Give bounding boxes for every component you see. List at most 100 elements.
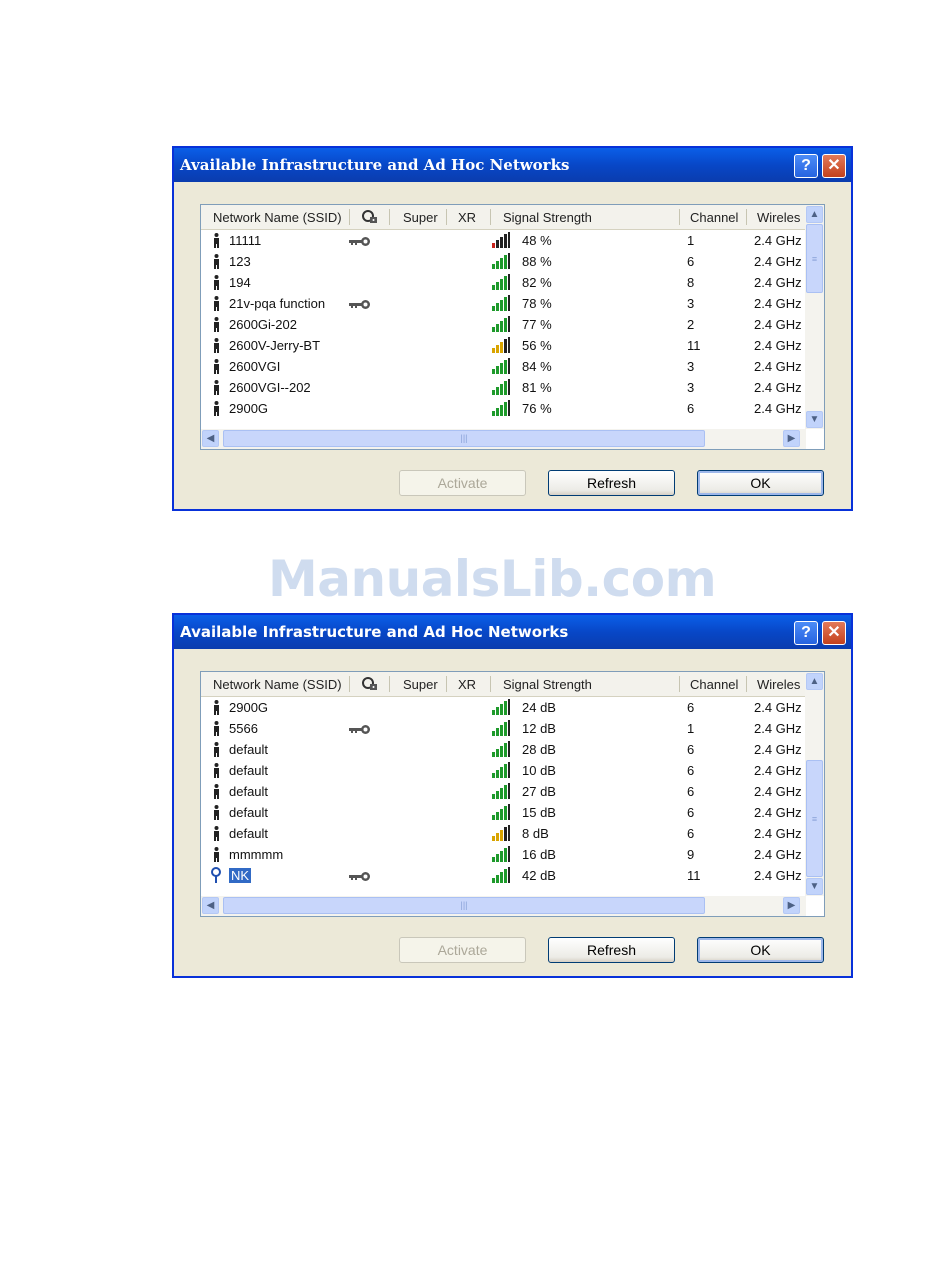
signal-strength-icon [491,719,511,737]
band-value: 2.4 GHz [754,296,802,311]
table-row[interactable]: mmmmm 16 dB 9 2.4 GHz [201,844,806,865]
adhoc-icon [213,763,220,778]
scroll-down-button[interactable]: ▼ [806,878,823,895]
ok-button[interactable]: OK [697,470,824,496]
chevron-left-icon: ◀ [206,433,215,444]
activate-button[interactable]: Activate [399,470,526,496]
ok-button[interactable]: OK [697,937,824,963]
horizontal-scroll-thumb[interactable]: ||| [223,430,705,447]
vertical-scrollbar[interactable]: ▲ ≡ ▼ [805,672,824,896]
table-row[interactable]: 123 88 % 6 2.4 GHz [201,251,806,272]
dialog-title: Available Infrastructure and Ad Hoc Netw… [180,156,570,174]
refresh-button[interactable]: Refresh [548,470,675,496]
table-row[interactable]: default 10 dB 6 2.4 GHz [201,760,806,781]
adhoc-icon [213,721,220,736]
signal-value: 56 % [522,338,552,353]
network-ssid: default [229,763,269,778]
column-xr[interactable]: XR [458,677,476,692]
signal-strength-icon [491,740,511,758]
table-row[interactable]: default 28 dB 6 2.4 GHz [201,739,806,760]
vertical-scrollbar[interactable]: ▲ ≡ ▼ [805,205,824,429]
signal-value: 84 % [522,359,552,374]
table-row[interactable]: 11111 48 % 1 2.4 GHz [201,230,806,251]
encryption-column-icon[interactable] [361,675,379,696]
signal-strength-icon [491,294,511,312]
column-super[interactable]: Super [403,210,438,225]
channel-value: 2 [687,317,695,332]
network-list[interactable]: Network Name (SSID) Super XR Signal Stre… [200,671,825,917]
column-wireless[interactable]: Wireles [757,677,800,692]
scroll-left-button[interactable]: ◀ [202,897,219,914]
signal-strength-icon [491,698,511,716]
table-row[interactable]: NK 42 dB 11 2.4 GHz [201,865,806,886]
column-ssid[interactable]: Network Name (SSID) [213,210,342,225]
table-row[interactable]: default 8 dB 6 2.4 GHz [201,823,806,844]
signal-value: 82 % [522,275,552,290]
band-value: 2.4 GHz [754,784,802,799]
scroll-right-button[interactable]: ▶ [783,897,800,914]
chevron-down-icon: ▼ [809,881,820,892]
table-row[interactable]: 2900G 24 dB 6 2.4 GHz [201,697,806,718]
horizontal-scrollbar[interactable]: ◀ ||| ▶ [201,896,806,916]
table-row[interactable]: default 27 dB 6 2.4 GHz [201,781,806,802]
vertical-scroll-thumb[interactable]: ≡ [806,760,823,877]
table-row[interactable]: default 15 dB 6 2.4 GHz [201,802,806,823]
access-point-icon [209,867,223,883]
column-ssid[interactable]: Network Name (SSID) [213,677,342,692]
scroll-left-button[interactable]: ◀ [202,430,219,447]
table-row[interactable]: 5566 12 dB 1 2.4 GHz [201,718,806,739]
column-signal-strength[interactable]: Signal Strength [503,210,592,225]
table-row[interactable]: 2900G 76 % 6 2.4 GHz [201,398,806,419]
title-bar[interactable]: Available Infrastructure and Ad Hoc Netw… [174,615,851,649]
refresh-button[interactable]: Refresh [548,937,675,963]
networks-dialog-1: Available Infrastructure and Ad Hoc Netw… [172,146,853,511]
chevron-up-icon: ▲ [809,676,820,687]
network-ssid: 2900G [229,401,269,416]
table-row[interactable]: 2600VGI--202 81 % 3 2.4 GHz [201,377,806,398]
table-row[interactable]: 21v-pqa function 78 % 3 2.4 GHz [201,293,806,314]
column-wireless[interactable]: Wireles [757,210,800,225]
close-button[interactable]: ✕ [822,154,846,178]
table-row[interactable]: 194 82 % 8 2.4 GHz [201,272,806,293]
encryption-column-icon[interactable] [361,208,379,229]
scroll-up-button[interactable]: ▲ [806,673,823,690]
band-value: 2.4 GHz [754,317,802,332]
signal-value: 10 dB [522,763,556,778]
column-channel[interactable]: Channel [690,677,738,692]
signal-strength-icon [491,357,511,375]
title-bar[interactable]: Available Infrastructure and Ad Hoc Netw… [174,148,851,182]
vertical-scroll-thumb[interactable]: ≡ [806,224,823,293]
scroll-up-button[interactable]: ▲ [806,206,823,223]
networks-dialog-2: Available Infrastructure and Ad Hoc Netw… [172,613,853,978]
band-value: 2.4 GHz [754,233,802,248]
table-row[interactable]: 2600VGI 84 % 3 2.4 GHz [201,356,806,377]
band-value: 2.4 GHz [754,401,802,416]
network-list[interactable]: Network Name (SSID) Super XR Signal Stre… [200,204,825,450]
scroll-down-button[interactable]: ▼ [806,411,823,428]
signal-strength-icon [491,866,511,884]
column-channel[interactable]: Channel [690,210,738,225]
horizontal-scroll-thumb[interactable]: ||| [223,897,705,914]
channel-value: 6 [687,805,695,820]
signal-strength-icon [491,399,511,417]
column-xr[interactable]: XR [458,210,476,225]
scroll-right-button[interactable]: ▶ [783,430,800,447]
help-button[interactable]: ? [794,621,818,645]
signal-value: 28 dB [522,742,556,757]
table-row[interactable]: 2600V-Jerry-BT 56 % 11 2.4 GHz [201,335,806,356]
column-signal-strength[interactable]: Signal Strength [503,677,592,692]
close-button[interactable]: ✕ [822,621,846,645]
column-super[interactable]: Super [403,677,438,692]
table-row[interactable]: 2600Gi-202 77 % 2 2.4 GHz [201,314,806,335]
signal-value: 48 % [522,233,552,248]
help-button[interactable]: ? [794,154,818,178]
adhoc-icon [213,359,220,374]
signal-value: 42 dB [522,868,556,883]
band-value: 2.4 GHz [754,847,802,862]
network-ssid: 2600VGI--202 [229,380,311,395]
band-value: 2.4 GHz [754,826,802,841]
activate-button[interactable]: Activate [399,937,526,963]
channel-value: 6 [687,763,695,778]
adhoc-icon [213,233,220,248]
horizontal-scrollbar[interactable]: ◀ ||| ▶ [201,429,806,449]
